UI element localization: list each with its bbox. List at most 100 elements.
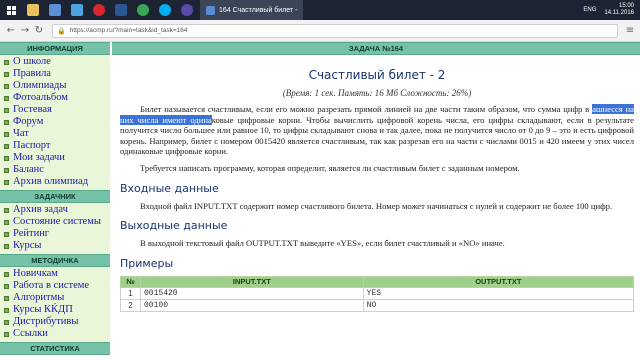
sidebar-link[interactable]: Дистрибутивы xyxy=(13,316,78,328)
reload-button[interactable]: ↻ xyxy=(32,24,46,38)
system-tray: ENG 15:00 14.11.2016 xyxy=(583,3,640,17)
bullet-icon xyxy=(4,319,9,325)
sidebar-link[interactable]: Фотоальбом xyxy=(13,92,68,104)
taskbar-app-skype[interactable] xyxy=(154,0,176,20)
sidebar-link[interactable]: Баланс xyxy=(13,164,44,176)
task-statement: Билет называется счастливым, если его мо… xyxy=(120,104,635,157)
sidebar-item-passport[interactable]: Паспорт xyxy=(0,140,110,152)
row-number: 2 xyxy=(120,298,141,312)
url-text: https://acmp.ru/?main=task&id_task=164 xyxy=(69,27,188,34)
start-button[interactable] xyxy=(0,0,22,20)
bullet-icon xyxy=(4,95,9,101)
taskbar-app-2[interactable] xyxy=(66,0,88,20)
bullet-icon xyxy=(4,143,9,149)
sidebar-link[interactable]: Состояние системы xyxy=(13,216,101,228)
sidebar-item-kkdp-courses[interactable]: Курсы КЌДП xyxy=(0,304,110,316)
example-output: NO xyxy=(362,298,635,312)
column-header-number: № xyxy=(120,275,141,288)
opera-icon xyxy=(93,4,105,16)
sidebar-item-balance[interactable]: Баланс xyxy=(0,164,110,176)
sidebar-link[interactable]: Курсы КЌДП xyxy=(13,304,73,316)
sidebar-link[interactable]: Гостевая xyxy=(13,104,52,116)
sidebar-item-system-work[interactable]: Работа в системе xyxy=(0,280,110,292)
sidebar-item-rules[interactable]: Правила xyxy=(0,68,110,80)
sidebar-link[interactable]: Алгоритмы xyxy=(13,292,64,304)
bullet-icon xyxy=(4,155,9,161)
forward-button[interactable]: → xyxy=(18,24,32,38)
row-number: 1 xyxy=(120,286,141,300)
sidebar-link[interactable]: Правила xyxy=(13,68,51,80)
sidebar-item-algorithms[interactable]: Алгоритмы xyxy=(0,292,110,304)
sidebar-link[interactable]: Работа в системе xyxy=(13,280,89,292)
sidebar-section-header: ЗАДАЧНИК xyxy=(0,190,110,203)
address-bar[interactable]: 🔒 https://acmp.ru/?main=task&id_task=164 xyxy=(52,23,618,38)
sidebar-link[interactable]: Чат xyxy=(13,128,29,140)
bullet-icon xyxy=(4,307,9,313)
sidebar-link[interactable]: Рейтинг xyxy=(13,228,49,240)
output-description: В выходной текстовый файл OUTPUT.TXT выв… xyxy=(140,238,505,249)
sidebar-item-system-status[interactable]: Состояние системы xyxy=(0,216,110,228)
sidebar-item-photo[interactable]: Фотоальбом xyxy=(0,92,110,104)
statement-text: Билет называется счастливым, если его мо… xyxy=(140,104,593,114)
browser-menu-button[interactable]: ≡ xyxy=(624,25,636,36)
sidebar-item-my-tasks[interactable]: Мои задачи xyxy=(0,152,110,164)
sidebar-item-forum[interactable]: Форум xyxy=(0,116,110,128)
clock[interactable]: 15:00 14.11.2016 xyxy=(604,3,634,17)
bullet-icon xyxy=(4,71,9,77)
sidebar-link[interactable]: Курсы xyxy=(13,240,41,252)
sidebar-item-beginners[interactable]: Новичкам xyxy=(0,268,110,280)
word-icon xyxy=(115,4,127,16)
sidebar-item-olympiads[interactable]: Олимпиады xyxy=(0,80,110,92)
taskbar-app-1[interactable] xyxy=(44,0,66,20)
sidebar-item-about[interactable]: О школе xyxy=(0,56,110,68)
sidebar-link[interactable]: Форум xyxy=(13,116,43,128)
sidebar-item-task-archive[interactable]: Архив задач xyxy=(0,204,110,216)
back-button[interactable]: ← xyxy=(4,24,18,38)
taskbar-active-window[interactable]: 164 Счастливый билет - xyxy=(200,0,304,20)
sidebar-link[interactable]: Архив олимпиад xyxy=(13,176,88,188)
sidebar-item-courses[interactable]: Курсы xyxy=(0,240,110,252)
column-header-output: OUTPUT.TXT xyxy=(362,275,635,288)
app-icon xyxy=(49,4,61,16)
windows-taskbar: 164 Счастливый билет - ENG 15:00 14.11.2… xyxy=(0,0,640,20)
input-heading: Входные данные xyxy=(120,181,219,195)
sidebar-item-rating[interactable]: Рейтинг xyxy=(0,228,110,240)
sidebar-link[interactable]: Архив задач xyxy=(13,204,68,216)
bullet-icon xyxy=(4,119,9,125)
taskbar-app-word[interactable] xyxy=(110,0,132,20)
arrow-left-icon: ← xyxy=(6,25,16,36)
bullet-icon xyxy=(4,107,9,113)
bullet-icon xyxy=(4,131,9,137)
taskbar-app-explorer[interactable] xyxy=(22,0,44,20)
sidebar-item-guestbook[interactable]: Гостевая xyxy=(0,104,110,116)
menu-icon: ≡ xyxy=(625,25,635,36)
bullet-icon xyxy=(4,59,9,65)
sidebar-section-problems: Архив задач Состояние системы Рейтинг Ку… xyxy=(0,203,110,254)
task-requirement: Требуется написать программу, которая оп… xyxy=(140,162,520,173)
taskbar-app-opera[interactable] xyxy=(88,0,110,20)
sidebar-link[interactable]: Новичкам xyxy=(13,268,58,280)
example-output: YES xyxy=(362,286,635,300)
clock-time: 15:00 xyxy=(618,3,634,9)
taskbar-window-title: 164 Счастливый билет - xyxy=(219,6,298,14)
example-input: 0015420 xyxy=(140,286,364,300)
output-heading: Выходные данные xyxy=(120,219,228,233)
examples-heading: Примеры xyxy=(120,256,174,270)
bullet-icon xyxy=(4,243,9,249)
language-indicator[interactable]: ENG xyxy=(583,7,596,13)
sidebar-item-archive-olympiads[interactable]: Архив олимпиад xyxy=(0,176,110,188)
sidebar-link[interactable]: О школе xyxy=(13,56,51,68)
bullet-icon xyxy=(4,179,9,185)
bullet-icon xyxy=(4,331,9,337)
sidebar-link[interactable]: Ссылки xyxy=(13,328,48,340)
sidebar-item-chat[interactable]: Чат xyxy=(0,128,110,140)
sidebar-link[interactable]: Мои задачи xyxy=(13,152,65,164)
bullet-icon xyxy=(4,207,9,213)
sidebar-item-distributives[interactable]: Дистрибутивы xyxy=(0,316,110,328)
skype-icon xyxy=(159,4,171,16)
taskbar-app-recorder[interactable] xyxy=(176,0,198,20)
sidebar-link[interactable]: Олимпиады xyxy=(13,80,66,92)
sidebar-link[interactable]: Паспорт xyxy=(13,140,50,152)
taskbar-app-chrome[interactable] xyxy=(132,0,154,20)
sidebar-item-links[interactable]: Ссылки xyxy=(0,328,110,340)
